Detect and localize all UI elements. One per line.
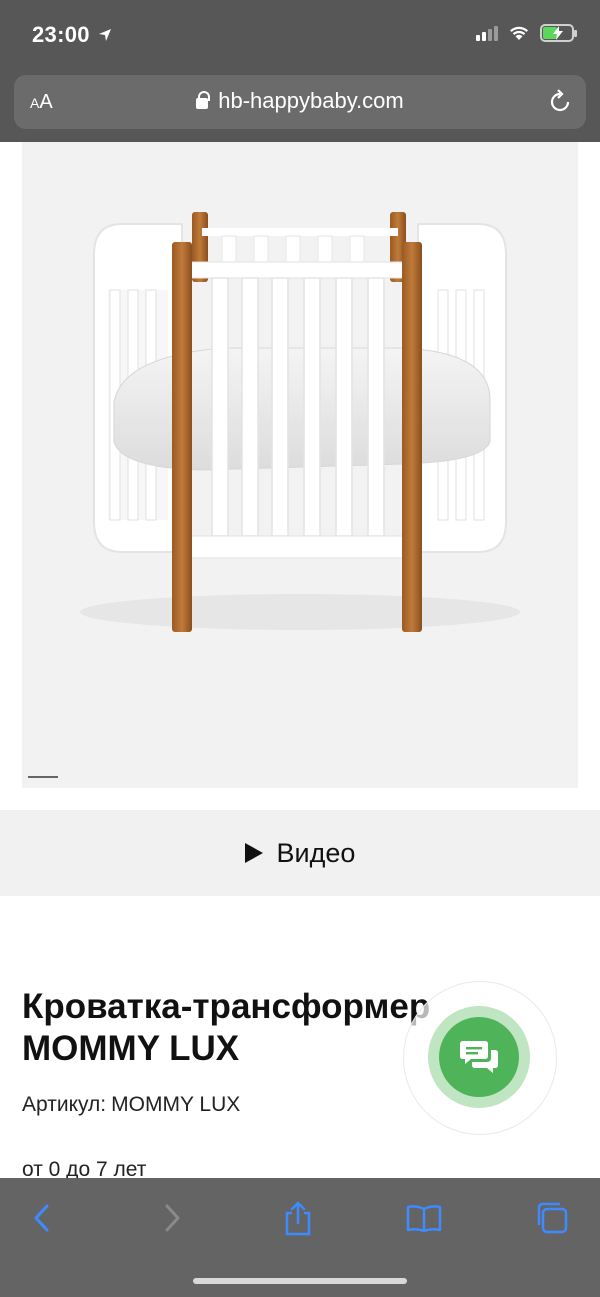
- play-icon: [244, 843, 263, 863]
- wifi-icon: [510, 26, 528, 40]
- signal-icon: [476, 25, 498, 41]
- lock-icon: [196, 91, 211, 109]
- sku-label: Артикул:: [22, 1093, 107, 1116]
- back-icon: [34, 1204, 49, 1232]
- tabs-icon: [537, 1202, 568, 1234]
- forward-icon: [165, 1204, 180, 1232]
- status-icons: [476, 24, 577, 42]
- bookmarks-icon: [406, 1205, 442, 1233]
- chat-button[interactable]: [439, 1017, 519, 1097]
- address-bar[interactable]: AA hb-happybaby.com: [14, 75, 586, 129]
- browser-toolbar: [0, 1178, 600, 1297]
- url-field[interactable]: hb-happybaby.com: [14, 88, 586, 114]
- battery-charging-icon: [540, 24, 577, 42]
- forward-button[interactable]: [152, 1198, 192, 1238]
- chat-bubbles-icon: [460, 1041, 498, 1073]
- url-text: hb-happybaby.com: [218, 88, 404, 113]
- share-icon: [285, 1201, 311, 1236]
- browser-top-bar: 23:00 AA hb-happybaby.com: [0, 0, 600, 142]
- bookmarks-button[interactable]: [404, 1198, 444, 1238]
- home-indicator: [193, 1278, 407, 1284]
- location-arrow-icon: [99, 29, 112, 41]
- tabs-button[interactable]: [532, 1198, 572, 1238]
- sku-value: MOMMY LUX: [111, 1093, 241, 1116]
- status-time: 23:00: [32, 22, 112, 48]
- crib-image: [80, 212, 520, 632]
- reload-icon[interactable]: [548, 88, 572, 119]
- product-image[interactable]: [22, 142, 578, 788]
- product-sku: Артикул: MOMMY LUX: [22, 1093, 240, 1117]
- video-label: Видео: [276, 837, 356, 868]
- back-button[interactable]: [22, 1198, 62, 1238]
- share-button[interactable]: [278, 1198, 318, 1238]
- slider-indicator[interactable]: [28, 776, 58, 778]
- video-button[interactable]: Видео: [0, 810, 600, 896]
